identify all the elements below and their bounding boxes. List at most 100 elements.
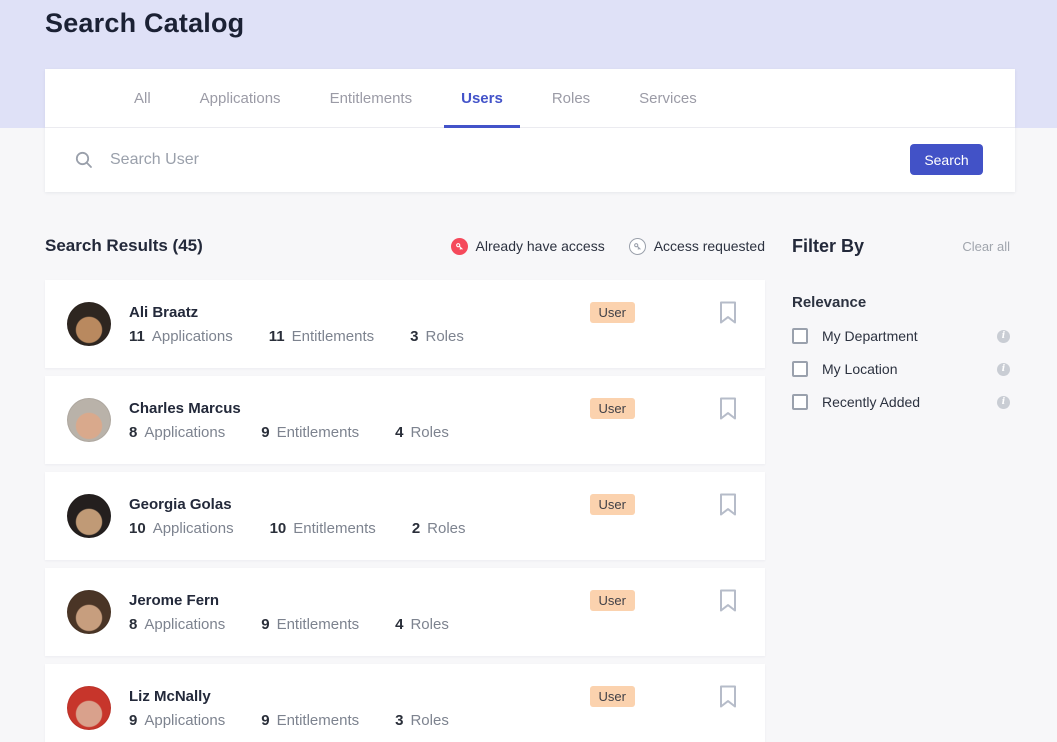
key-icon (629, 238, 646, 255)
entitlements-label: Entitlements (292, 328, 375, 345)
entitlements-count: 9 (261, 424, 269, 441)
roles-label: Roles (410, 616, 448, 633)
roles-label: Roles (410, 712, 448, 729)
filter-option-recently-added: Recently Added i (792, 394, 1010, 410)
info-icon[interactable]: i (997, 396, 1010, 409)
user-type-badge: User (590, 494, 635, 515)
user-type-badge: User (590, 302, 635, 323)
avatar (67, 398, 111, 442)
user-info: Charles Marcus 8Applications 9Entitlemen… (129, 400, 590, 441)
user-stats: 8Applications 9Entitlements 4Roles (129, 424, 590, 441)
clear-all-link[interactable]: Clear all (962, 239, 1010, 254)
user-name: Ali Braatz (129, 304, 590, 321)
roles-count: 3 (395, 712, 403, 729)
search-input[interactable] (110, 140, 910, 180)
roles-count: 4 (395, 424, 403, 441)
bookmark-icon[interactable] (719, 589, 737, 613)
entitlements-label: Entitlements (277, 616, 360, 633)
option-label: My Department (822, 328, 918, 344)
avatar (67, 590, 111, 634)
entitlements-count: 9 (261, 712, 269, 729)
user-stats: 8 Applications 9 Entitlements 4 Roles (129, 616, 590, 633)
legend-already-have-access: Already have access (451, 238, 605, 255)
user-stats: 9 Applications 9 Entitlements 3 Roles (129, 712, 590, 729)
applications-label: Applications (144, 616, 225, 633)
user-card[interactable]: Charles Marcus 8Applications 9Entitlemen… (45, 376, 765, 464)
roles-label: Roles (427, 520, 465, 537)
bookmark-icon[interactable] (719, 493, 737, 517)
info-icon[interactable]: i (997, 330, 1010, 343)
search-button[interactable]: Search (910, 144, 983, 175)
bookmark-icon[interactable] (719, 301, 737, 325)
roles-count: 2 (412, 520, 420, 537)
applications-label: Applications (144, 712, 225, 729)
legend-access-requested: Access requested (629, 238, 765, 255)
user-info: Georgia Golas 10 Applications 10 Entitleme… (129, 496, 590, 537)
user-type-badge: User (590, 686, 635, 707)
results-header: Search Results (45) Already have access (45, 236, 765, 256)
avatar (67, 302, 111, 346)
applications-count: 8 (129, 424, 137, 441)
legend-label: Already have access (476, 238, 605, 254)
option-label: My Location (822, 361, 897, 377)
my-department-checkbox[interactable] (792, 328, 808, 344)
user-info: Ali Braatz 11 Applications 11 Entitlements… (129, 304, 590, 345)
option-label: Recently Added (822, 394, 920, 410)
applications-count: 10 (129, 520, 146, 537)
entitlements-count: 10 (270, 520, 287, 537)
roles-count: 4 (395, 616, 403, 633)
key-icon (451, 238, 468, 255)
user-info: Liz McNally 9 Applications 9 Entitlements … (129, 688, 590, 729)
search-panel: All Applications Entitlements Users Role… (45, 69, 1015, 192)
user-stats: 11Applications 11Entitlements 3Roles (129, 328, 590, 345)
legend-label: Access requested (654, 238, 765, 254)
entitlements-label: Entitlements (293, 520, 376, 537)
tab-roles[interactable]: Roles (552, 69, 590, 128)
access-legend: Already have access Access requested (451, 238, 765, 255)
results-title: Search Results (45) (45, 236, 203, 256)
user-card[interactable]: Georgia Golas 10 Applications 10 Entitleme… (45, 472, 765, 560)
filter-option-my-department: My Department i (792, 328, 1010, 344)
search-icon (74, 150, 94, 170)
bookmark-icon[interactable] (719, 397, 737, 421)
applications-count: 8 (129, 616, 137, 633)
user-type-badge: User (590, 590, 635, 611)
user-card[interactable]: Ali Braatz 11 Applications 11 Entitlements… (45, 280, 765, 368)
avatar (67, 686, 111, 730)
user-card[interactable]: Liz McNally 9 Applications 9 Entitlements … (45, 664, 765, 742)
roles-count: 3 (410, 328, 418, 345)
applications-count: 9 (129, 712, 137, 729)
tab-users[interactable]: Users (461, 69, 503, 128)
filter-option-my-location: My Location i (792, 361, 1010, 377)
tab-applications[interactable]: Applications (200, 69, 281, 128)
applications-count: 11 (129, 328, 145, 345)
tab-all[interactable]: All (134, 69, 151, 128)
entitlements-count: 11 (269, 328, 285, 345)
applications-label: Applications (152, 328, 233, 345)
user-name: Georgia Golas (129, 496, 590, 513)
info-icon[interactable]: i (997, 363, 1010, 376)
user-info: Jerome Fern 8 Applications 9 Entitlements … (129, 592, 590, 633)
user-card[interactable]: Jerome Fern 8 Applications 9 Entitlements … (45, 568, 765, 656)
user-name: Charles Marcus (129, 400, 590, 417)
bookmark-icon[interactable] (719, 685, 737, 709)
user-name: Liz McNally (129, 688, 590, 705)
user-stats: 10 Applications 10 Entitlements 2 Roles (129, 520, 590, 537)
filter-header: Filter By Clear all (792, 236, 1010, 257)
entitlements-label: Entitlements (277, 424, 360, 441)
filter-section-relevance: Relevance (792, 294, 1010, 311)
page-title: Search Catalog (45, 8, 244, 39)
entitlements-label: Entitlements (277, 712, 360, 729)
avatar (67, 494, 111, 538)
user-type-badge: User (590, 398, 635, 419)
filter-panel: Filter By Clear all Relevance My Departm… (792, 236, 1010, 410)
roles-label: Roles (410, 424, 448, 441)
applications-label: Applications (153, 520, 234, 537)
entitlements-count: 9 (261, 616, 269, 633)
tab-entitlements[interactable]: Entitlements (330, 69, 413, 128)
user-name: Jerome Fern (129, 592, 590, 609)
tab-services[interactable]: Services (639, 69, 697, 128)
catalog-tabs: All Applications Entitlements Users Role… (45, 69, 1015, 128)
my-location-checkbox[interactable] (792, 361, 808, 377)
recently-added-checkbox[interactable] (792, 394, 808, 410)
